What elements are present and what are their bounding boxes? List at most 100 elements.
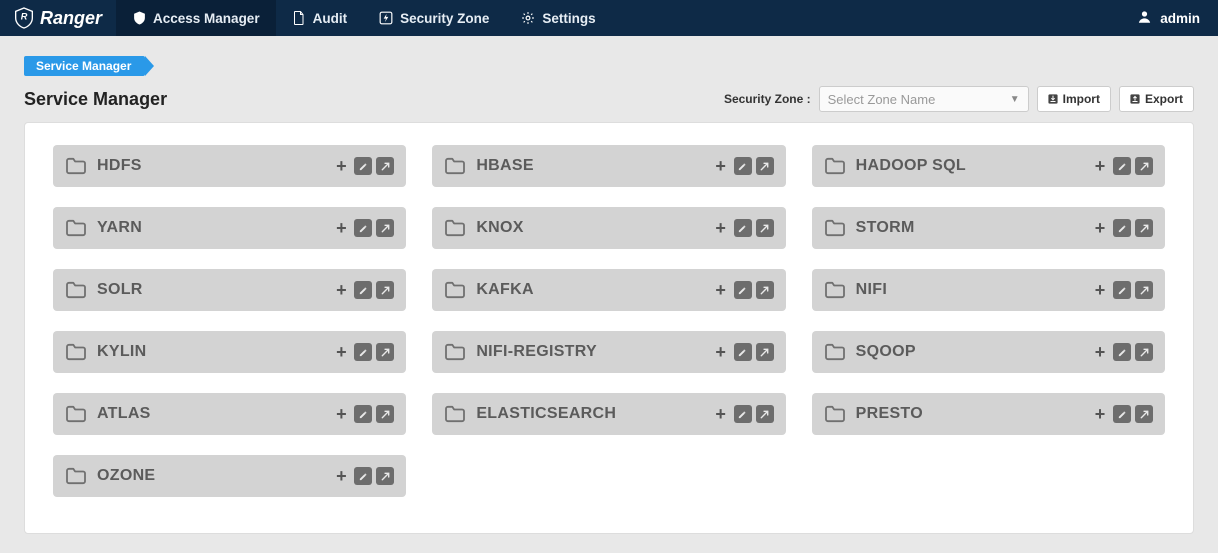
folder-icon bbox=[65, 157, 87, 175]
add-service-button[interactable]: + bbox=[332, 219, 350, 237]
service-grid: HDFS + HBASE + HADOO bbox=[53, 145, 1165, 497]
edit-service-button[interactable] bbox=[734, 281, 752, 299]
add-service-button[interactable]: + bbox=[712, 281, 730, 299]
edit-service-button[interactable] bbox=[734, 219, 752, 237]
edit-service-button[interactable] bbox=[734, 157, 752, 175]
edit-service-button[interactable] bbox=[354, 281, 372, 299]
open-service-button[interactable] bbox=[756, 281, 774, 299]
folder-icon bbox=[824, 281, 846, 299]
edit-service-button[interactable] bbox=[1113, 405, 1131, 423]
folder-icon bbox=[824, 343, 846, 361]
nav-label: Access Manager bbox=[153, 11, 260, 26]
open-service-button[interactable] bbox=[376, 157, 394, 175]
add-service-button[interactable]: + bbox=[712, 157, 730, 175]
service-name: NIFI bbox=[856, 281, 887, 299]
add-service-button[interactable]: + bbox=[1091, 405, 1109, 423]
folder-icon bbox=[824, 405, 846, 423]
add-service-button[interactable]: + bbox=[1091, 157, 1109, 175]
add-service-button[interactable]: + bbox=[332, 157, 350, 175]
folder-icon bbox=[824, 157, 846, 175]
user-menu[interactable]: admin bbox=[1119, 9, 1218, 27]
open-service-button[interactable] bbox=[1135, 157, 1153, 175]
edit-service-button[interactable] bbox=[354, 219, 372, 237]
add-service-button[interactable]: + bbox=[712, 405, 730, 423]
service-card-solr: SOLR + bbox=[53, 269, 406, 311]
open-service-button[interactable] bbox=[376, 219, 394, 237]
open-service-button[interactable] bbox=[376, 405, 394, 423]
nav-access-manager[interactable]: Access Manager bbox=[116, 0, 276, 36]
add-service-button[interactable]: + bbox=[332, 467, 350, 485]
open-service-button[interactable] bbox=[1135, 405, 1153, 423]
open-service-button[interactable] bbox=[756, 157, 774, 175]
edit-service-button[interactable] bbox=[734, 405, 752, 423]
add-service-button[interactable]: + bbox=[332, 343, 350, 361]
zone-label: Security Zone : bbox=[724, 92, 811, 106]
page-title: Service Manager bbox=[24, 89, 167, 110]
app-logo[interactable]: R Ranger bbox=[0, 0, 116, 36]
shield-icon bbox=[132, 11, 146, 25]
open-service-button[interactable] bbox=[1135, 219, 1153, 237]
open-service-button[interactable] bbox=[376, 467, 394, 485]
edit-service-button[interactable] bbox=[354, 467, 372, 485]
service-card-yarn: YARN + bbox=[53, 207, 406, 249]
open-service-button[interactable] bbox=[1135, 281, 1153, 299]
file-icon bbox=[292, 11, 306, 25]
service-card-nifi: NIFI + bbox=[812, 269, 1165, 311]
add-service-button[interactable]: + bbox=[332, 405, 350, 423]
edit-service-button[interactable] bbox=[1113, 157, 1131, 175]
service-name: OZONE bbox=[97, 467, 155, 485]
service-name: HBASE bbox=[476, 157, 534, 175]
user-name: admin bbox=[1160, 11, 1200, 26]
add-service-button[interactable]: + bbox=[332, 281, 350, 299]
service-name: ATLAS bbox=[97, 405, 151, 423]
edit-service-button[interactable] bbox=[1113, 281, 1131, 299]
add-service-button[interactable]: + bbox=[712, 343, 730, 361]
nav-settings[interactable]: Settings bbox=[505, 0, 611, 36]
open-service-button[interactable] bbox=[376, 281, 394, 299]
service-name: HADOOP SQL bbox=[856, 157, 966, 175]
service-card-hbase: HBASE + bbox=[432, 145, 785, 187]
edit-service-button[interactable] bbox=[734, 343, 752, 361]
export-button[interactable]: Export bbox=[1119, 86, 1194, 112]
edit-service-button[interactable] bbox=[354, 157, 372, 175]
gear-icon bbox=[521, 11, 535, 25]
service-card-kafka: KAFKA + bbox=[432, 269, 785, 311]
export-icon bbox=[1130, 94, 1140, 104]
zone-select[interactable]: Select Zone Name ▼ bbox=[819, 86, 1029, 112]
service-name: YARN bbox=[97, 219, 142, 237]
service-name: NIFI-REGISTRY bbox=[476, 343, 597, 361]
folder-icon bbox=[824, 219, 846, 237]
add-service-button[interactable]: + bbox=[712, 219, 730, 237]
breadcrumb[interactable]: Service Manager bbox=[24, 56, 145, 76]
service-name: SOLR bbox=[97, 281, 143, 299]
nav-security-zone[interactable]: Security Zone bbox=[363, 0, 505, 36]
open-service-button[interactable] bbox=[376, 343, 394, 361]
add-service-button[interactable]: + bbox=[1091, 219, 1109, 237]
service-name: HDFS bbox=[97, 157, 142, 175]
bolt-icon bbox=[379, 11, 393, 25]
edit-service-button[interactable] bbox=[354, 343, 372, 361]
chevron-down-icon: ▼ bbox=[1010, 94, 1020, 105]
folder-icon bbox=[65, 219, 87, 237]
service-card-ozone: OZONE + bbox=[53, 455, 406, 497]
open-service-button[interactable] bbox=[1135, 343, 1153, 361]
open-service-button[interactable] bbox=[756, 405, 774, 423]
service-card-atlas: ATLAS + bbox=[53, 393, 406, 435]
open-service-button[interactable] bbox=[756, 343, 774, 361]
add-service-button[interactable]: + bbox=[1091, 343, 1109, 361]
edit-service-button[interactable] bbox=[354, 405, 372, 423]
service-card-nifi-registry: NIFI-REGISTRY + bbox=[432, 331, 785, 373]
import-button[interactable]: Import bbox=[1037, 86, 1111, 112]
edit-service-button[interactable] bbox=[1113, 219, 1131, 237]
nav-label: Audit bbox=[313, 11, 348, 26]
user-icon bbox=[1137, 9, 1152, 27]
folder-icon bbox=[444, 219, 466, 237]
service-card-hdfs: HDFS + bbox=[53, 145, 406, 187]
add-service-button[interactable]: + bbox=[1091, 281, 1109, 299]
open-service-button[interactable] bbox=[756, 219, 774, 237]
service-card-storm: STORM + bbox=[812, 207, 1165, 249]
nav-audit[interactable]: Audit bbox=[276, 0, 364, 36]
export-label: Export bbox=[1145, 92, 1183, 106]
edit-service-button[interactable] bbox=[1113, 343, 1131, 361]
app-name: Ranger bbox=[40, 8, 102, 29]
